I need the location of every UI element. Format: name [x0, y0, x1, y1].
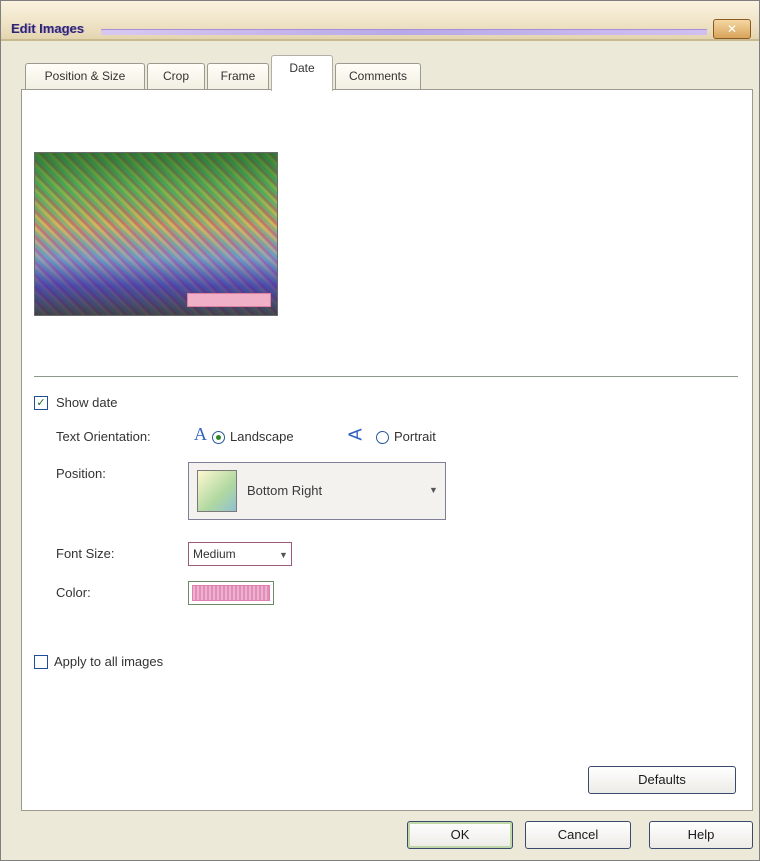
- apply-to-all-label[interactable]: Apply to all images: [54, 654, 163, 669]
- title-bar-strip: [101, 29, 707, 35]
- color-label: Color:: [56, 585, 91, 600]
- cancel-button[interactable]: Cancel: [525, 821, 631, 849]
- image-preview: [34, 152, 278, 316]
- chevron-down-icon: ▼: [279, 550, 288, 560]
- defaults-button[interactable]: Defaults: [588, 766, 736, 794]
- tab-comments[interactable]: Comments: [335, 63, 421, 89]
- title-bar[interactable]: Edit Images ✕: [1, 1, 759, 41]
- tab-position-size[interactable]: Position & Size: [25, 63, 145, 89]
- position-label: Position:: [56, 466, 106, 481]
- preview-date-stamp: [187, 293, 271, 307]
- color-swatch: [192, 585, 270, 601]
- letter-a-icon: A: [194, 424, 207, 444]
- close-button[interactable]: ✕: [713, 19, 751, 39]
- edit-images-dialog: Edit Images ✕ Position & Size Crop Frame…: [0, 0, 760, 861]
- text-orientation-label: Text Orientation:: [56, 429, 151, 444]
- color-picker-button[interactable]: [188, 581, 274, 605]
- ok-button[interactable]: OK: [407, 821, 513, 849]
- tab-crop[interactable]: Crop: [147, 63, 205, 89]
- position-dropdown[interactable]: Bottom Right ▼: [188, 462, 446, 520]
- show-date-label[interactable]: Show date: [56, 395, 117, 410]
- apply-to-all-checkbox[interactable]: [34, 655, 48, 669]
- portrait-label[interactable]: Portrait: [394, 429, 436, 444]
- help-button[interactable]: Help: [649, 821, 753, 849]
- position-value: Bottom Right: [247, 483, 323, 498]
- position-preview-thumbnail: [197, 470, 237, 512]
- date-tab-panel: ✓ Show date Text Orientation: A Landscap…: [21, 89, 753, 811]
- landscape-radio[interactable]: [212, 431, 225, 444]
- window-title: Edit Images: [11, 21, 84, 36]
- section-divider: [34, 376, 738, 378]
- tab-frame[interactable]: Frame: [207, 63, 269, 89]
- show-date-checkbox[interactable]: ✓: [34, 396, 48, 410]
- font-size-label: Font Size:: [56, 546, 115, 561]
- chevron-down-icon: ▼: [429, 485, 438, 495]
- rotated-letter-icon: A: [345, 428, 366, 441]
- portrait-radio[interactable]: [376, 431, 389, 444]
- font-size-value: Medium: [193, 547, 236, 561]
- tab-date[interactable]: Date: [271, 55, 333, 91]
- landscape-label[interactable]: Landscape: [230, 429, 294, 444]
- font-size-dropdown[interactable]: Medium ▼: [188, 542, 292, 566]
